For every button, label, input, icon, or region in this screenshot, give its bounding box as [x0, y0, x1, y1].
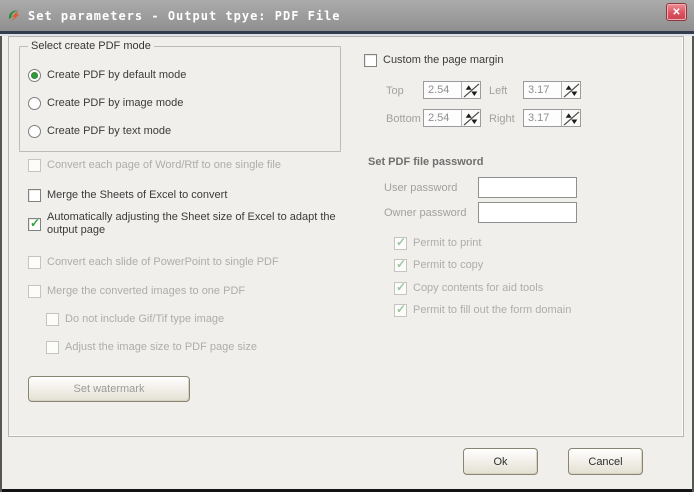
margin-top-value: 2.54 — [424, 82, 461, 98]
margin-top-label: Top — [386, 85, 404, 97]
user-password-label: User password — [384, 182, 457, 194]
cancel-button-label: Cancel — [588, 456, 622, 468]
checkbox-exclude-gif-tif-label: Do not include Gif/Tif type image — [65, 313, 224, 326]
checkbox-fill-form-domain-label: Permit to fill out the form domain — [413, 304, 571, 317]
checkbox-ppt-single-pdf-label: Convert each slide of PowerPoint to sing… — [47, 256, 279, 269]
checkbox-adjust-image-size: Adjust the image size to PDF page size — [46, 341, 257, 354]
checkbox-icon[interactable] — [28, 189, 41, 202]
radio-button-icon[interactable] — [28, 97, 41, 110]
radio-text-mode-label: Create PDF by text mode — [47, 125, 171, 138]
app-icon — [6, 8, 22, 24]
cancel-button[interactable]: Cancel — [568, 448, 643, 475]
margin-left-value: 3.17 — [524, 82, 561, 98]
checkbox-auto-adjust-sheet[interactable]: Automatically adjusting the Sheet size o… — [28, 211, 343, 237]
owner-password-label: Owner password — [384, 207, 467, 219]
margin-right-value: 3.17 — [524, 110, 561, 126]
radio-image-mode[interactable]: Create PDF by image mode — [28, 97, 183, 110]
checkbox-icon — [46, 341, 59, 354]
set-watermark-label: Set watermark — [74, 383, 145, 395]
checkbox-exclude-gif-tif: Do not include Gif/Tif type image — [46, 313, 224, 326]
checkbox-ppt-single-pdf: Convert each slide of PowerPoint to sing… — [28, 256, 279, 269]
checkbox-permit-copy-label: Permit to copy — [413, 259, 483, 272]
margin-right-spinner: 3.17 — [523, 109, 581, 127]
checkbox-merge-excel-sheets[interactable]: Merge the Sheets of Excel to convert — [28, 189, 227, 202]
checkbox-custom-margin[interactable]: Custom the page margin — [364, 54, 503, 67]
margin-bottom-label: Bottom — [386, 113, 421, 125]
checkbox-icon — [28, 256, 41, 269]
checkbox-copy-aid-tools: Copy contents for aid tools — [394, 282, 543, 295]
ok-button[interactable]: Ok — [463, 448, 538, 475]
spin-up-down-icon[interactable] — [461, 110, 480, 126]
checkbox-adjust-image-size-label: Adjust the image size to PDF page size — [65, 341, 257, 354]
spin-up-down-icon[interactable] — [561, 110, 580, 126]
margin-right-label: Right — [489, 113, 515, 125]
radio-button-icon[interactable] — [28, 125, 41, 138]
radio-default-mode-label: Create PDF by default mode — [47, 69, 186, 82]
password-section-heading: Set PDF file password — [368, 156, 484, 168]
checkbox-icon — [28, 285, 41, 298]
margin-bottom-value: 2.54 — [424, 110, 461, 126]
checkbox-permit-copy: Permit to copy — [394, 259, 483, 272]
radio-text-mode[interactable]: Create PDF by text mode — [28, 125, 171, 138]
checkbox-permit-print-label: Permit to print — [413, 237, 481, 250]
radio-image-mode-label: Create PDF by image mode — [47, 97, 183, 110]
checkbox-icon — [394, 259, 407, 272]
checkbox-copy-aid-tools-label: Copy contents for aid tools — [413, 282, 543, 295]
checkbox-merge-excel-sheets-label: Merge the Sheets of Excel to convert — [47, 189, 227, 202]
checkbox-custom-margin-label: Custom the page margin — [383, 54, 503, 67]
margin-bottom-spinner: 2.54 — [423, 109, 481, 127]
create-mode-legend: Select create PDF mode — [28, 40, 154, 52]
radio-default-mode[interactable]: Create PDF by default mode — [28, 69, 186, 82]
checkbox-merge-images: Merge the converted images to one PDF — [28, 285, 245, 298]
radio-button-icon[interactable] — [28, 69, 41, 82]
owner-password-input[interactable] — [478, 202, 577, 223]
ok-button-label: Ok — [493, 456, 507, 468]
checkbox-merge-images-label: Merge the converted images to one PDF — [47, 285, 245, 298]
checkbox-icon[interactable] — [28, 218, 41, 231]
close-button[interactable]: ✕ — [666, 3, 687, 21]
spin-up-down-icon[interactable] — [561, 82, 580, 98]
user-password-input[interactable] — [478, 177, 577, 198]
spin-up-down-icon[interactable] — [461, 82, 480, 98]
checkbox-icon — [46, 313, 59, 326]
window-title: Set parameters - Output tpye: PDF File — [28, 9, 341, 23]
close-icon: ✕ — [672, 7, 680, 18]
checkbox-icon — [394, 237, 407, 250]
set-watermark-button: Set watermark — [28, 376, 190, 402]
checkbox-fill-form-domain: Permit to fill out the form domain — [394, 304, 571, 317]
dialog-window: Set parameters - Output tpye: PDF File ✕… — [0, 0, 694, 492]
checkbox-icon — [394, 282, 407, 295]
checkbox-permit-print: Permit to print — [394, 237, 481, 250]
checkbox-auto-adjust-sheet-label: Automatically adjusting the Sheet size o… — [47, 211, 343, 237]
checkbox-icon — [394, 304, 407, 317]
checkbox-word-single-file: Convert each page of Word/Rtf to one sin… — [28, 159, 281, 172]
margin-left-spinner: 3.17 — [523, 81, 581, 99]
checkbox-icon[interactable] — [364, 54, 377, 67]
margin-top-spinner: 2.54 — [423, 81, 481, 99]
margin-left-label: Left — [489, 85, 507, 97]
titlebar[interactable]: Set parameters - Output tpye: PDF File — [0, 0, 694, 31]
checkbox-word-single-file-label: Convert each page of Word/Rtf to one sin… — [47, 159, 281, 172]
checkbox-icon — [28, 159, 41, 172]
